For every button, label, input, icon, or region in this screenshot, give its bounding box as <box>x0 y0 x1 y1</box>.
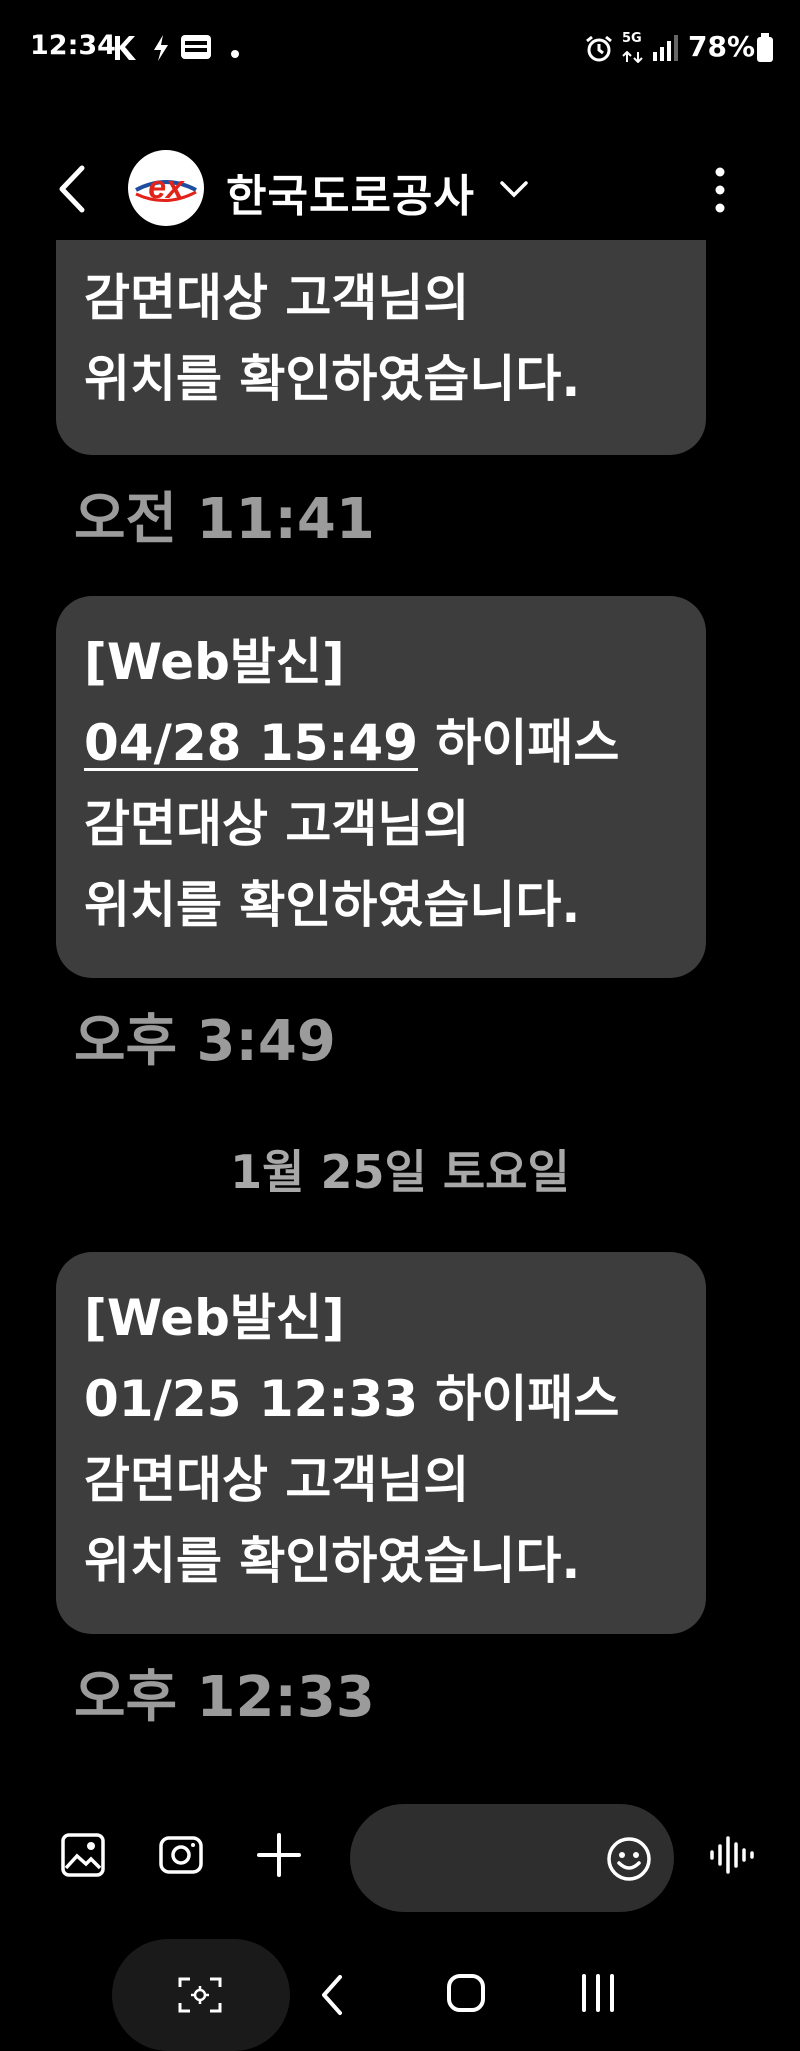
data-arrows-icon <box>622 48 644 67</box>
status-time: 12:34 <box>30 30 116 61</box>
nav-back-icon[interactable] <box>318 1973 348 2021</box>
battery-icon <box>756 33 774 67</box>
message-line: 위치를 확인하였습니다. <box>84 1532 581 1590</box>
date-separator: 1월 25일 토요일 <box>230 1145 570 1199</box>
network-type: 5G <box>622 31 642 46</box>
emoji-icon[interactable] <box>606 1836 652 1886</box>
nav-recents-icon[interactable] <box>578 1973 618 2017</box>
conversation-header: ex 한국도로공사 <box>0 140 800 240</box>
nav-home-icon[interactable] <box>446 1973 486 2017</box>
datetime-link[interactable]: 04/28 15:49 <box>84 714 418 772</box>
message-bubble[interactable]: [Web발신] 04/28 15:49 하이패스 감면대상 고객님의 위치를 확… <box>56 596 706 978</box>
message-bubble[interactable]: [Web발신] 01/25 12:33 하이패스 감면대상 고객님의 위치를 확… <box>56 1252 706 1634</box>
plus-icon[interactable] <box>256 1832 302 1882</box>
ex-logo-icon: ex <box>135 169 197 205</box>
message-line: 감면대상 고객님의 <box>84 795 470 853</box>
message-line: 01/25 12:33 하이패스 <box>84 1370 620 1428</box>
message-line: 04/28 15:49 하이패스 <box>84 714 620 772</box>
more-notifications-dot-icon <box>230 44 240 63</box>
message-timestamp: 오후 12:33 <box>74 1665 375 1730</box>
message-line: 감면대상 고객님의 <box>84 1451 470 1509</box>
webtoon-notification-icon <box>180 32 212 66</box>
chevron-down-icon[interactable] <box>496 174 532 204</box>
message-bubble[interactable]: 감면대상 고객님의 위치를 확인하였습니다. <box>56 240 706 455</box>
contact-avatar[interactable]: ex <box>128 150 204 226</box>
screen-capture-icon[interactable] <box>176 1975 224 2019</box>
back-button[interactable] <box>52 164 96 214</box>
message-line: 감면대상 고객님의 <box>84 269 470 327</box>
alarm-icon <box>584 34 614 68</box>
compose-bar <box>0 1800 800 1920</box>
kakao-notification-icon <box>112 34 138 66</box>
message-timestamp: 오후 3:49 <box>74 1009 336 1074</box>
message-line: [Web발신] <box>84 1289 345 1347</box>
battery-percent: 78% <box>688 30 756 63</box>
system-navigation-bar <box>0 1935 800 2051</box>
voice-icon[interactable] <box>708 1832 758 1882</box>
message-line: 위치를 확인하였습니다. <box>84 350 581 408</box>
gallery-icon[interactable] <box>60 1832 106 1882</box>
status-bar: 12:34 5G 78% <box>0 0 800 100</box>
message-line: [Web발신] <box>84 633 345 691</box>
message-timestamp: 오전 11:41 <box>74 487 375 552</box>
signal-icon <box>652 34 678 66</box>
camera-icon[interactable] <box>158 1832 204 1882</box>
more-options-button[interactable] <box>700 162 740 218</box>
charging-bolt-icon <box>152 34 170 66</box>
contact-name[interactable]: 한국도로공사 <box>226 160 475 224</box>
message-line: 위치를 확인하였습니다. <box>84 876 581 934</box>
